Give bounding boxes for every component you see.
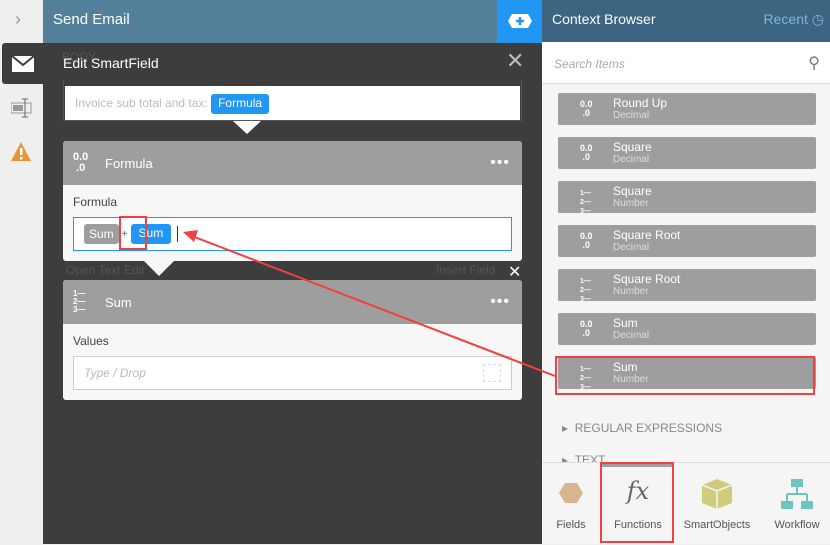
- annotation-arrow: [183, 230, 556, 377]
